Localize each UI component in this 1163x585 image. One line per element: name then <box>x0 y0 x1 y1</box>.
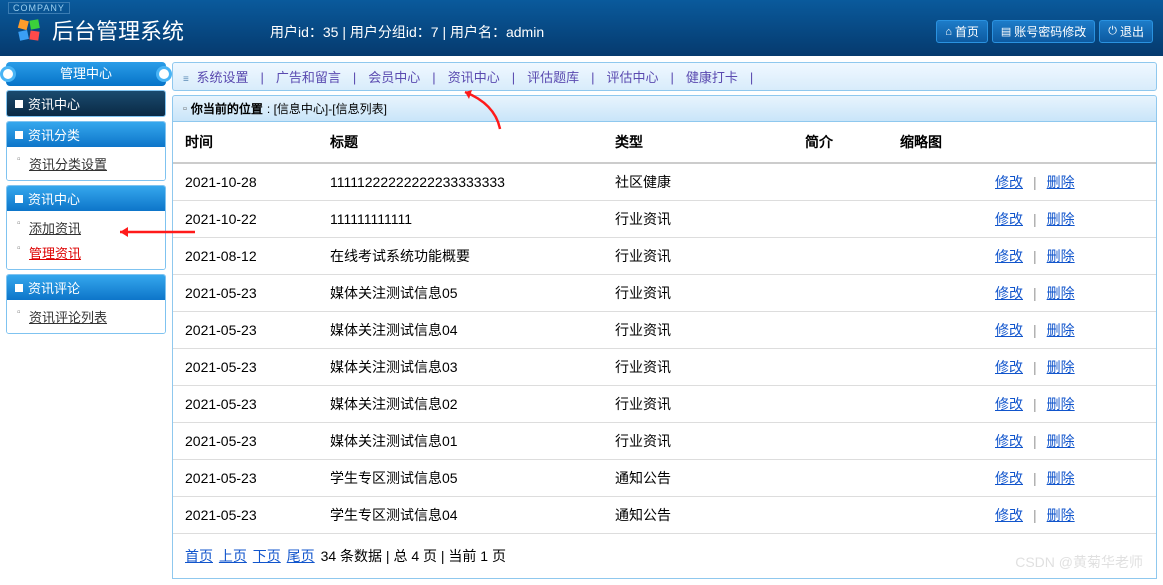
breadcrumb: ▫ 你当前的位置: [信息中心]-[信息列表] <box>172 95 1157 122</box>
mgmt-center-header: 管理中心 <box>6 62 166 86</box>
pager: 首页 上页 下页 尾页 34 条数据 | 总 4 页 | 当前 1 页 <box>173 534 1156 578</box>
edit-link[interactable]: 修改 <box>995 322 1023 338</box>
edit-link[interactable]: 修改 <box>995 507 1023 523</box>
edit-link[interactable]: 修改 <box>995 433 1023 449</box>
sidebar-group-head[interactable]: 资讯评论 <box>7 275 165 300</box>
edit-link[interactable]: 修改 <box>995 470 1023 486</box>
table-row: 2021-05-23媒体关注测试信息01行业资讯修改|删除 <box>173 423 1156 460</box>
col-title: 标题 <box>318 122 603 163</box>
table-row: 2021-05-23媒体关注测试信息05行业资讯修改|删除 <box>173 275 1156 312</box>
table-row: 2021-08-12在线考试系统功能概要行业资讯修改|删除 <box>173 238 1156 275</box>
col-intro: 简介 <box>793 122 888 163</box>
delete-link[interactable]: 删除 <box>1047 470 1075 486</box>
company-tag: COMPANY <box>8 2 70 14</box>
table-row: 2021-05-23媒体关注测试信息03行业资讯修改|删除 <box>173 349 1156 386</box>
topnav-item[interactable]: 系统设置 <box>192 70 252 85</box>
sidebar-item[interactable]: 资讯评论列表 <box>7 304 165 329</box>
delete-link[interactable]: 删除 <box>1047 322 1075 338</box>
delete-link[interactable]: 删除 <box>1047 507 1075 523</box>
topnav-item[interactable]: 广告和留言 <box>272 70 345 85</box>
home-icon: ⌂ <box>945 26 952 38</box>
power-icon: ⏻ <box>1108 25 1117 38</box>
table-row: 2021-05-23媒体关注测试信息02行业资讯修改|删除 <box>173 386 1156 423</box>
table-row: 2021-05-23学生专区测试信息04通知公告修改|删除 <box>173 497 1156 534</box>
sidebar-item[interactable]: 管理资讯 <box>7 240 165 265</box>
edit-link[interactable]: 修改 <box>995 248 1023 264</box>
delete-link[interactable]: 删除 <box>1047 285 1075 301</box>
list-icon: ▤ <box>1001 25 1011 38</box>
topnav-item[interactable]: 评估题库 <box>523 70 583 85</box>
edit-link[interactable]: 修改 <box>995 396 1023 412</box>
col-type: 类型 <box>603 122 793 163</box>
top-nav: ≡ 系统设置|广告和留言|会员中心|资讯中心|评估题库|评估中心|健康打卡| <box>172 62 1157 91</box>
edit-link[interactable]: 修改 <box>995 174 1023 190</box>
sidebar-group-head[interactable]: 资讯中心 <box>7 186 165 211</box>
topnav-item[interactable]: 会员中心 <box>364 70 424 85</box>
pager-summary: 34 条数据 | 总 4 页 | 当前 1 页 <box>321 548 506 564</box>
sidebar-item[interactable]: 添加资讯 <box>7 215 165 240</box>
delete-link[interactable]: 删除 <box>1047 211 1075 227</box>
delete-link[interactable]: 删除 <box>1047 248 1075 264</box>
delete-link[interactable]: 删除 <box>1047 359 1075 375</box>
delete-link[interactable]: 删除 <box>1047 396 1075 412</box>
topnav-item[interactable]: 资讯中心 <box>444 70 504 85</box>
edit-link[interactable]: 修改 <box>995 211 1023 227</box>
delete-link[interactable]: 删除 <box>1047 174 1075 190</box>
main-content: ≡ 系统设置|广告和留言|会员中心|资讯中心|评估题库|评估中心|健康打卡| ▫… <box>172 56 1163 585</box>
square-icon <box>15 195 23 203</box>
delete-link[interactable]: 删除 <box>1047 433 1075 449</box>
topnav-item[interactable]: 评估中心 <box>603 70 663 85</box>
app-header: COMPANY 后台管理系统 用户id：35 | 用户分组id：7 | 用户名：… <box>0 0 1163 56</box>
topnav-item[interactable]: 健康打卡 <box>682 70 742 85</box>
col-time: 时间 <box>173 122 318 163</box>
pager-last[interactable]: 尾页 <box>287 548 315 564</box>
table-row: 2021-10-22111111111111行业资讯修改|删除 <box>173 201 1156 238</box>
pager-next[interactable]: 下页 <box>253 548 281 564</box>
sidebar: 管理中心 资讯中心 资讯分类资讯分类设置资讯中心添加资讯管理资讯资讯评论资讯评论… <box>0 56 172 585</box>
pager-prev[interactable]: 上页 <box>219 548 247 564</box>
col-thumb: 缩略图 <box>888 122 983 163</box>
app-title: 后台管理系统 <box>52 14 184 46</box>
logout-button[interactable]: ⏻退出 <box>1099 20 1153 43</box>
col-actions <box>983 122 1156 163</box>
table-row: 2021-05-23媒体关注测试信息04行业资讯修改|删除 <box>173 312 1156 349</box>
logo-icon <box>16 17 42 43</box>
sidebar-group-head[interactable]: 资讯分类 <box>7 122 165 147</box>
table-row: 2021-05-23学生专区测试信息05通知公告修改|删除 <box>173 460 1156 497</box>
menu-lines-icon: ≡ <box>183 74 189 85</box>
edit-link[interactable]: 修改 <box>995 285 1023 301</box>
user-info: 用户id：35 | 用户分组id：7 | 用户名：admin <box>270 22 544 42</box>
watermark: CSDN @黄菊华老师 <box>1015 552 1143 572</box>
square-icon <box>15 100 23 108</box>
sidebar-section-title: 资讯中心 <box>7 91 165 116</box>
home-button[interactable]: ⌂首页 <box>936 20 988 43</box>
pager-first[interactable]: 首页 <box>185 548 213 564</box>
square-icon <box>15 284 23 292</box>
table-row: 2021-10-2811111222222222233333333社区健康修改|… <box>173 163 1156 201</box>
edit-link[interactable]: 修改 <box>995 359 1023 375</box>
doc-icon: ▫ <box>183 103 187 115</box>
data-table: 时间 标题 类型 简介 缩略图 2021-10-2811111222222222… <box>173 122 1156 534</box>
square-icon <box>15 131 23 139</box>
sidebar-item[interactable]: 资讯分类设置 <box>7 151 165 176</box>
password-button[interactable]: ▤账号密码修改 <box>992 20 1095 43</box>
